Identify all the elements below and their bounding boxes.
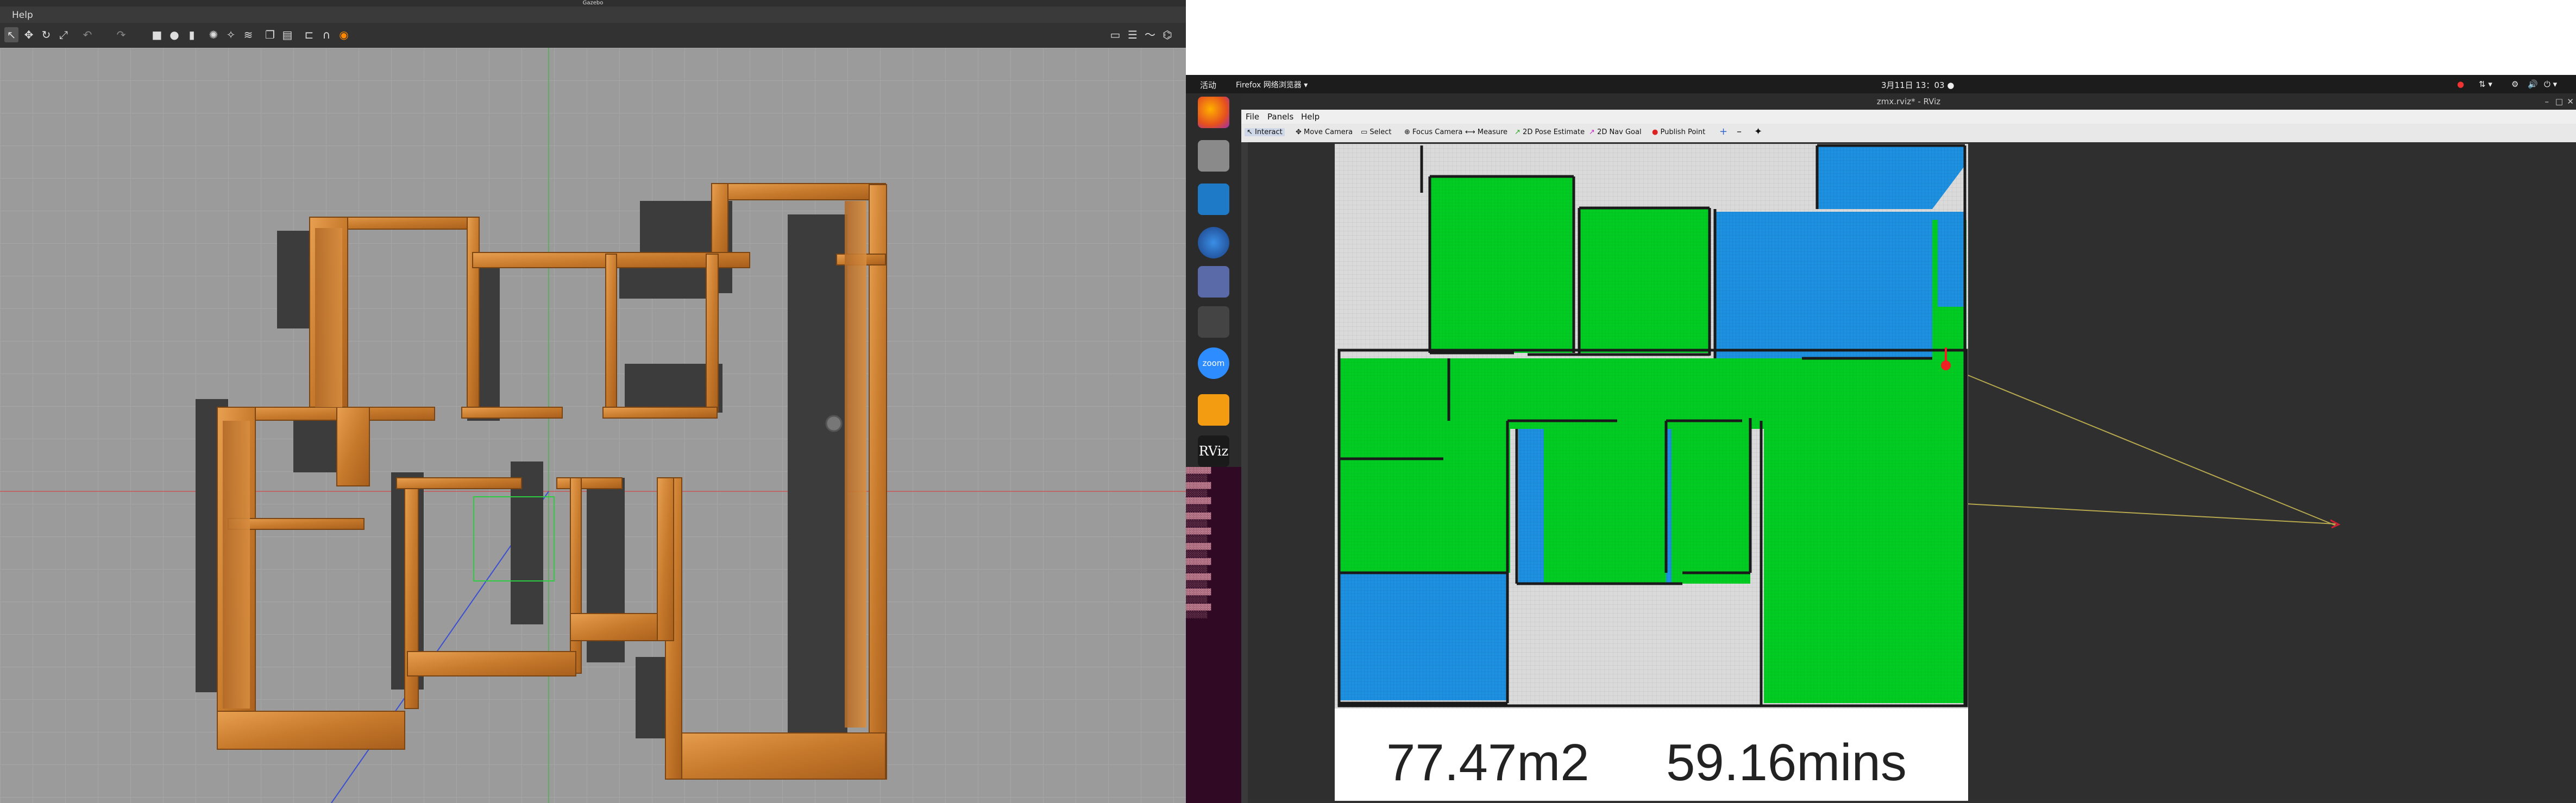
discord-icon[interactable] bbox=[1198, 266, 1229, 298]
screenshot-icon[interactable]: ▭ bbox=[1108, 27, 1122, 42]
volume-icon[interactable]: 🔊 bbox=[2528, 79, 2538, 89]
menu-file[interactable]: File bbox=[1246, 112, 1259, 122]
interact-tool[interactable]: ↖ Interact bbox=[1245, 128, 1285, 136]
publish-point-tool[interactable]: ● Publish Point bbox=[1652, 128, 1705, 136]
firefox-icon[interactable] bbox=[1198, 97, 1229, 128]
menu-help[interactable]: Help bbox=[1301, 112, 1320, 122]
gazebo-window: Gazebo Help ↖ ✥ ↻ ⤢ ↶ ↷ ■ ● ▮ ✺ ✧ ≋ ❐ ▤ … bbox=[0, 0, 1186, 803]
rviz-icon[interactable]: RViz bbox=[1198, 435, 1229, 467]
log-icon[interactable]: ☰ bbox=[1126, 27, 1140, 42]
pose-estimate-tool[interactable]: ↗ 2D Pose Estimate bbox=[1515, 128, 1585, 136]
cylinder-icon[interactable]: ▮ bbox=[185, 27, 199, 42]
zoom-icon[interactable]: zoom bbox=[1198, 347, 1229, 379]
directional-light-icon[interactable]: ≋ bbox=[241, 27, 255, 42]
gazebo-menu-help[interactable]: Help bbox=[12, 10, 33, 21]
gazebo-toolbar: ↖ ✥ ↻ ⤢ ↶ ↷ ■ ● ▮ ✺ ✧ ≋ ❐ ▤ ⊏ ∩ ◉ ▭ ☰ 〜 … bbox=[0, 23, 1186, 48]
rviz-side-handle[interactable] bbox=[1241, 142, 1248, 803]
rviz-menu-bar: File Panels Help bbox=[1241, 110, 2576, 124]
network-icon[interactable]: ⇅ ▾ bbox=[2479, 79, 2492, 89]
terminal-window-behind[interactable]: ▓▓▓▓▓▓▓ ░░░░░░ ▓▓▓▓▓▓▓ ░░░░░░ ▓▓▓▓▓▓▓ ░░░░░░ ▓… bbox=[1186, 467, 1241, 803]
menu-panels[interactable]: Panels bbox=[1267, 112, 1293, 122]
remove-tool-icon[interactable]: – bbox=[1737, 126, 1742, 137]
plot-icon[interactable]: 〜 bbox=[1143, 27, 1157, 42]
close-icon[interactable]: ✕ bbox=[2567, 93, 2574, 110]
maximize-icon[interactable]: □ bbox=[2555, 93, 2563, 110]
arrow-select-icon[interactable]: ↖ bbox=[4, 27, 18, 42]
snap-icon[interactable]: ∩ bbox=[319, 27, 334, 42]
nav-goal-tool[interactable]: ↗ 2D Nav Goal bbox=[1589, 128, 1642, 136]
rviz-toolbar: ↖ Interact ✥ Move Camera ▭ Select ⊕ Focu… bbox=[1241, 124, 2576, 143]
rotate-icon[interactable]: ↻ bbox=[39, 27, 53, 42]
clock[interactable]: 3月11日 13：03 ● bbox=[1881, 79, 1954, 91]
vscode-icon[interactable] bbox=[1198, 184, 1229, 215]
scale-icon[interactable]: ⤢ bbox=[56, 27, 71, 42]
record-icon[interactable]: ◉ bbox=[337, 27, 351, 42]
select-tool[interactable]: ▭ Select bbox=[1361, 128, 1392, 136]
add-tool-icon[interactable]: + bbox=[1719, 126, 1727, 137]
activities-button[interactable]: 活动 bbox=[1200, 79, 1216, 91]
files-icon[interactable] bbox=[1198, 140, 1229, 172]
minimize-icon[interactable]: – bbox=[2545, 93, 2549, 110]
terminal-icon[interactable] bbox=[1198, 306, 1229, 338]
firefox-app-menu[interactable]: Firefox 网络浏览器 ▾ bbox=[1236, 79, 1308, 90]
coverage-map[interactable] bbox=[1335, 144, 1968, 709]
rviz-title-bar: zmx.rviz* - RViz – □ ✕ bbox=[1241, 93, 2576, 110]
camera-icon[interactable]: ⌬ bbox=[1160, 27, 1174, 42]
box-icon[interactable]: ■ bbox=[150, 27, 164, 42]
paste-icon[interactable]: ▤ bbox=[280, 27, 294, 42]
record-indicator-icon[interactable]: ● bbox=[2457, 79, 2464, 89]
chromium-icon[interactable] bbox=[1198, 227, 1229, 258]
redo-icon[interactable]: ↷ bbox=[114, 27, 128, 42]
layers-icon[interactable] bbox=[1198, 394, 1229, 426]
undo-icon[interactable]: ↶ bbox=[80, 27, 95, 42]
settings-icon[interactable]: ⚙ bbox=[2511, 79, 2518, 89]
point-light-icon[interactable]: ✺ bbox=[206, 27, 221, 42]
robot-position-marker bbox=[1941, 361, 1951, 370]
move-camera-tool[interactable]: ✥ Move Camera bbox=[1296, 128, 1353, 136]
coverage-stats-panel: 77.47m2 59.16mins bbox=[1335, 709, 1968, 801]
robot-marker bbox=[825, 415, 843, 432]
focus-camera-tool[interactable]: ⊕ Focus Camera bbox=[1404, 128, 1462, 136]
sphere-icon[interactable]: ● bbox=[167, 27, 181, 42]
gazebo-title-bar: Gazebo bbox=[0, 0, 1186, 7]
spot-light-icon[interactable]: ✧ bbox=[224, 27, 238, 42]
gazebo-3d-scene[interactable] bbox=[0, 48, 1186, 803]
elapsed-time-value: 59.16mins bbox=[1666, 734, 1907, 792]
covered-area-value: 77.47m2 bbox=[1386, 734, 1589, 792]
gazebo-menu-bar: Help bbox=[0, 7, 1186, 23]
copy-icon[interactable]: ❐ bbox=[263, 27, 277, 42]
tool-settings-icon[interactable]: ✦ bbox=[1754, 126, 1762, 137]
power-icon[interactable]: ⏻ ▾ bbox=[2544, 79, 2557, 89]
ubuntu-top-bar: 活动 Firefox 网络浏览器 ▾ 3月11日 13：03 ● ● ⇅ ▾ ⚙… bbox=[1186, 75, 2576, 93]
translate-icon[interactable]: ✥ bbox=[22, 27, 36, 42]
measure-tool[interactable]: ⟷ Measure bbox=[1465, 128, 1507, 136]
rviz-window-title: zmx.rviz* - RViz bbox=[1876, 97, 1941, 106]
align-icon[interactable]: ⊏ bbox=[302, 27, 316, 42]
